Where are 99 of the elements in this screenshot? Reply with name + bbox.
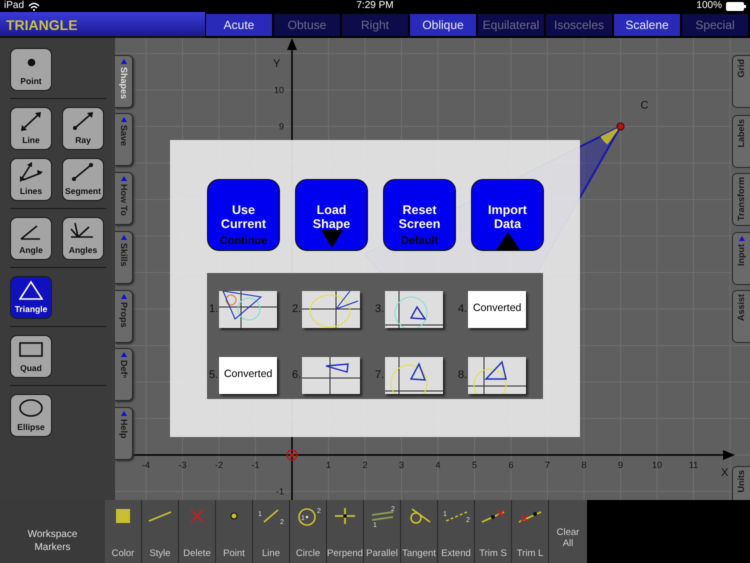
thumbnail-slot[interactable]: Converted: [219, 356, 278, 394]
axis-label: Y: [273, 58, 280, 70]
slot-number: 5.: [209, 368, 218, 383]
tick-label: 9: [278, 122, 284, 132]
tick-label: -1: [252, 460, 260, 470]
triangle-icon: [17, 280, 45, 301]
thumbnail-drawing[interactable]: [302, 290, 360, 328]
clock: 7:29 PM: [356, 0, 394, 12]
thumbnail-drawing[interactable]: [302, 356, 360, 394]
side-tab[interactable]: Grid: [732, 55, 750, 108]
side-tab[interactable]: Input: [732, 232, 750, 285]
tab[interactable]: Equilateral: [478, 14, 544, 36]
marker-tool-button[interactable]: Tangent: [401, 500, 438, 563]
action-button[interactable]: Reset Screen Default: [383, 179, 456, 251]
tab[interactable]: Isosceles: [546, 14, 612, 36]
origin-marker: [286, 449, 298, 461]
slot-number: 8.: [458, 368, 468, 383]
tool-button[interactable]: Ellipse: [10, 394, 52, 437]
tick-label: -4: [142, 460, 150, 470]
side-tab[interactable]: Defⁿ: [115, 348, 133, 401]
up-arrow-icon: [496, 232, 520, 250]
action-button[interactable]: Use Current Continue: [207, 179, 280, 251]
thumbnail-slot[interactable]: Converted: [468, 290, 526, 328]
ellipse-icon: [17, 398, 45, 419]
tool-button[interactable]: Angle: [10, 217, 52, 260]
side-tab[interactable]: Units: [732, 466, 750, 500]
tick-label: 10: [274, 85, 284, 95]
quad-icon: [17, 339, 45, 360]
lines-icon: [17, 162, 45, 183]
slot-number: 1.: [209, 302, 218, 317]
tick-label: 7: [545, 460, 550, 470]
side-tab[interactable]: Transform: [732, 173, 750, 226]
tick-label: 9: [618, 460, 623, 470]
action-button[interactable]: Import Data: [471, 179, 544, 251]
device-name: iPad: [4, 0, 24, 12]
marker-tool-button[interactable]: Point: [216, 500, 253, 563]
tool-button[interactable]: Ray: [62, 107, 104, 150]
tab[interactable]: Acute: [206, 14, 272, 36]
thumbnail-drawing[interactable]: [219, 290, 278, 328]
tool-button[interactable]: Point: [10, 48, 52, 91]
tool-button[interactable]: Line: [10, 107, 52, 150]
wifi-icon: [28, 2, 40, 10]
marker-tool-button[interactable]: Delete: [179, 500, 216, 563]
slot-number: 2.: [292, 302, 302, 317]
battery-icon: [726, 2, 746, 10]
down-arrow-icon: [321, 230, 343, 248]
tick-label: 1: [326, 460, 331, 470]
tool-button[interactable]: Angles: [62, 217, 104, 260]
tick-label: 11: [688, 460, 698, 470]
angle-marker: [600, 126, 620, 144]
axis-label: X: [721, 467, 728, 479]
tick-label: 6: [508, 460, 514, 470]
tick-label: -1: [276, 486, 284, 496]
clear-all-button[interactable]: Clear All: [549, 500, 587, 563]
tick-label: 5: [472, 460, 477, 470]
vertex-point[interactable]: [616, 122, 624, 130]
side-tab[interactable]: Skills: [115, 231, 133, 284]
slot-number: 4.: [458, 302, 468, 317]
side-tab[interactable]: Assist: [732, 290, 750, 343]
tab[interactable]: Oblique: [410, 14, 476, 36]
thumbnail-drawing[interactable]: [385, 290, 444, 328]
marker-tool-button[interactable]: Perpend: [327, 500, 364, 563]
tab[interactable]: Special: [682, 14, 748, 36]
tool-button[interactable]: Lines: [10, 158, 52, 201]
point-label: C: [640, 100, 648, 112]
side-tab[interactable]: Props: [115, 290, 133, 343]
tick-label: 2: [362, 460, 368, 470]
app-title: TRIANGLE: [0, 12, 205, 38]
tab[interactable]: Obtuse: [274, 14, 340, 36]
slot-number: 6.: [292, 368, 302, 383]
slot-number: 3.: [375, 302, 384, 317]
tab[interactable]: Scalene: [614, 14, 680, 36]
tool-button[interactable]: Triangle: [10, 276, 52, 319]
tick-label: 8: [582, 460, 586, 470]
side-tab[interactable]: How To: [115, 172, 133, 225]
action-button[interactable]: Load Shape: [295, 179, 368, 251]
marker-tool-button[interactable]: Trim L: [512, 500, 549, 563]
tool-button[interactable]: Quad: [10, 335, 52, 378]
tab[interactable]: Right: [342, 14, 408, 36]
battery-level: 100%: [696, 0, 722, 12]
tick-label: 10: [652, 460, 662, 470]
tick-label: 4: [436, 460, 440, 470]
tick-label: -3: [178, 460, 186, 470]
slot-number: 7.: [375, 368, 384, 383]
side-tab[interactable]: Save: [115, 113, 133, 166]
point-icon: [230, 512, 238, 520]
thumbnail-drawing[interactable]: [385, 356, 444, 394]
tool-button[interactable]: Segment: [62, 158, 104, 201]
tick-label: 3: [399, 460, 404, 470]
workspace-label: Workspace Markers: [0, 500, 105, 563]
marker-tool-button[interactable]: Trim S: [475, 500, 512, 563]
marker-tool-button[interactable]: Style: [142, 500, 179, 563]
thumbnail-drawing[interactable]: [468, 356, 526, 394]
side-tab[interactable]: Help: [115, 407, 133, 460]
point-icon: [26, 58, 36, 67]
side-tab[interactable]: Shapes: [115, 55, 133, 108]
marker-tool-button[interactable]: Color: [105, 500, 142, 563]
tick-label: -2: [215, 460, 223, 470]
side-tab[interactable]: Labels: [732, 115, 750, 168]
